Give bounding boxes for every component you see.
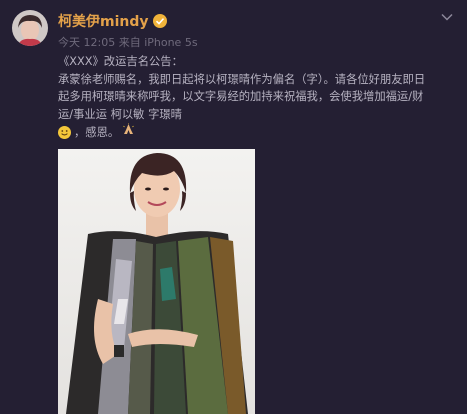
- emoji-suffix-text: ，感恩。: [74, 125, 120, 139]
- avatar[interactable]: [12, 10, 48, 46]
- post-text-line: 承蒙徐老师赐名，我即日起将以柯璟晴作为偏名（字）。请各位好朋友即日: [58, 72, 426, 86]
- post-text-line: 《XXX》改运吉名公告：: [58, 55, 183, 68]
- post-meta: 今天 12:05 来自 iPhone 5s: [58, 36, 198, 49]
- verified-badge-icon: [152, 14, 167, 28]
- pray-emoji-icon: [122, 123, 135, 142]
- post-text-line: 运/事业运 柯以敏 字璟晴: [58, 107, 182, 121]
- weibo-post: 柯美伊mindy 今天 12:05 来自 iPhone 5s 《XXX》改运吉名…: [0, 0, 467, 414]
- post-photo[interactable]: [58, 149, 255, 414]
- username-row: 柯美伊mindy: [58, 12, 167, 30]
- emoji-line: ，感恩。: [58, 123, 460, 142]
- post-text-line: 起多用柯璟晴来称呼我，以文字易经的加持来祝福我，会使我增加福运/财: [58, 90, 424, 103]
- username[interactable]: 柯美伊mindy: [58, 11, 149, 31]
- chevron-down-icon[interactable]: [438, 8, 456, 26]
- smile-emoji-icon: [58, 125, 71, 139]
- post-text: 《XXX》改运吉名公告： 承蒙徐老师赐名，我即日起将以柯璟晴作为偏名（字）。请各…: [58, 53, 460, 142]
